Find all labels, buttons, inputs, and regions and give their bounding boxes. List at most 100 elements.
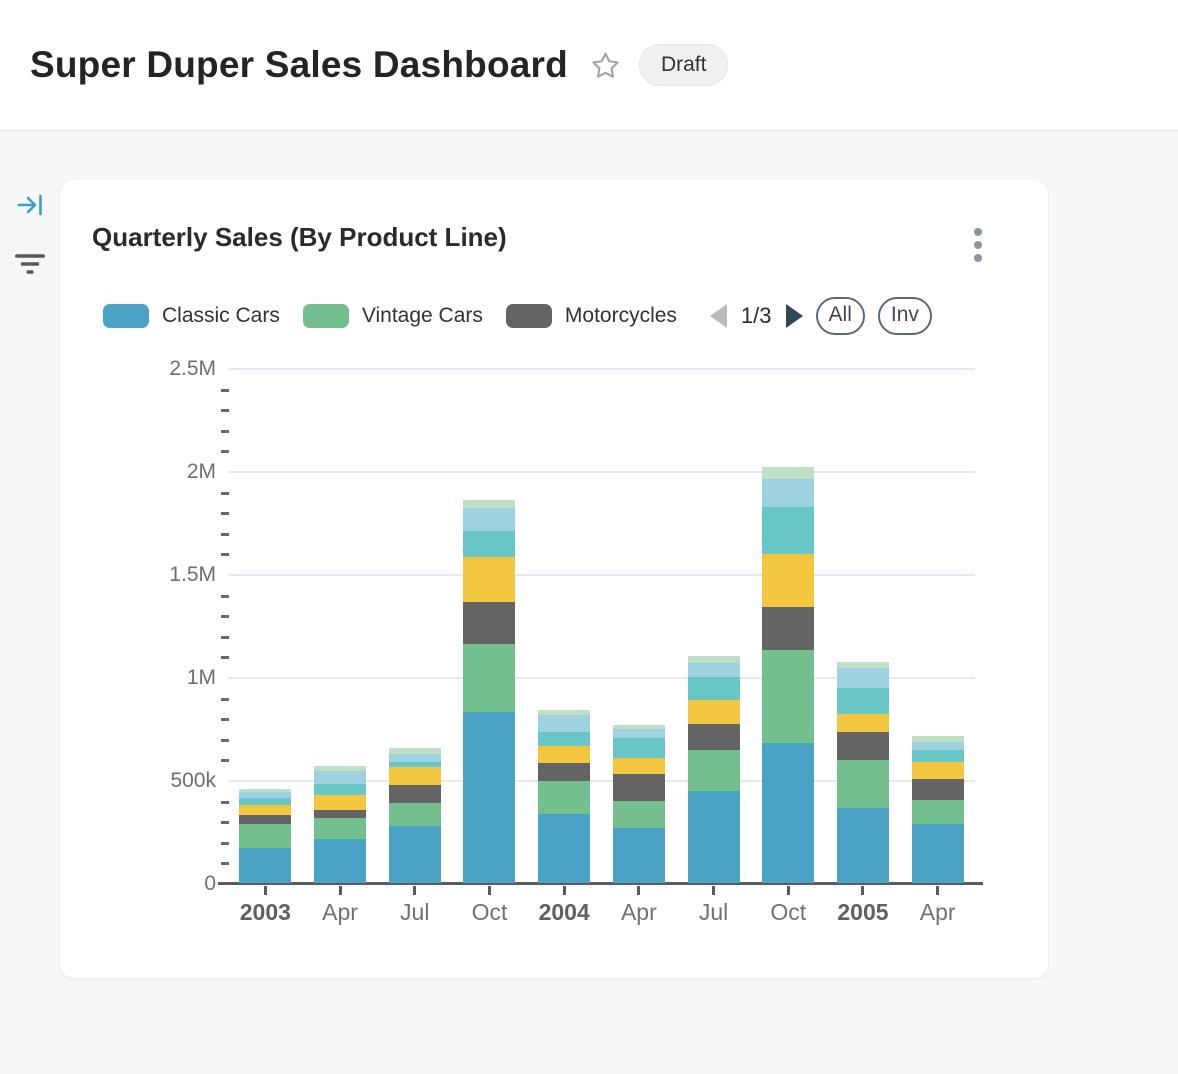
bar-segment-vintage-cars[interactable] bbox=[837, 760, 889, 807]
legend-prev-icon[interactable] bbox=[710, 304, 727, 328]
bar-segment[interactable] bbox=[837, 668, 889, 688]
bar-segment[interactable] bbox=[538, 732, 590, 746]
bar-slot bbox=[676, 369, 751, 883]
bar-segment[interactable] bbox=[389, 767, 441, 785]
bar-segment-motorcycles[interactable] bbox=[613, 774, 665, 802]
bar-segment[interactable] bbox=[837, 688, 889, 714]
bar-segment[interactable] bbox=[688, 677, 740, 700]
bar-segment-classic-cars[interactable] bbox=[239, 848, 291, 883]
bar-slot bbox=[377, 369, 452, 883]
bar-segment-classic-cars[interactable] bbox=[389, 826, 441, 884]
legend-item-motorcycles[interactable]: Motorcycles bbox=[506, 304, 677, 328]
bar-segment[interactable] bbox=[762, 507, 814, 553]
bar-segment[interactable] bbox=[613, 738, 665, 758]
stacked-bar-apr-1[interactable] bbox=[314, 766, 366, 883]
bar-segment-motorcycles[interactable] bbox=[463, 602, 515, 643]
legend-swatch bbox=[303, 304, 349, 328]
bar-segment[interactable] bbox=[613, 758, 665, 774]
bar-segment[interactable] bbox=[538, 715, 590, 732]
bar-segment-classic-cars[interactable] bbox=[463, 712, 515, 883]
bar-segment[interactable] bbox=[688, 663, 740, 677]
bar-segment-classic-cars[interactable] bbox=[538, 814, 590, 883]
bar-segment-vintage-cars[interactable] bbox=[463, 644, 515, 713]
bar-segment-vintage-cars[interactable] bbox=[688, 750, 740, 791]
y-axis-tick-label: 0 bbox=[126, 872, 216, 896]
bar-segment[interactable] bbox=[762, 479, 814, 507]
bar-segment-classic-cars[interactable] bbox=[912, 824, 964, 883]
bar-segment-classic-cars[interactable] bbox=[314, 839, 366, 884]
bar-segment[interactable] bbox=[912, 762, 964, 780]
bar-segment-motorcycles[interactable] bbox=[688, 724, 740, 750]
bar-segment-vintage-cars[interactable] bbox=[239, 824, 291, 848]
bar-slot bbox=[228, 369, 303, 883]
collapse-panel-icon[interactable] bbox=[14, 190, 46, 223]
x-axis-label-apr: Apr bbox=[900, 899, 975, 926]
bar-segment[interactable] bbox=[463, 500, 515, 508]
bar-segment-motorcycles[interactable] bbox=[837, 732, 889, 760]
bar-segment-vintage-cars[interactable] bbox=[389, 803, 441, 826]
bar-segment[interactable] bbox=[762, 467, 814, 479]
kebab-menu-icon[interactable] bbox=[964, 222, 992, 268]
x-axis-label-jul: Jul bbox=[377, 899, 452, 926]
bar-segment[interactable] bbox=[688, 656, 740, 663]
bar-segment-motorcycles[interactable] bbox=[314, 810, 366, 819]
stacked-bar-apr-9[interactable] bbox=[912, 736, 964, 883]
stacked-bar-jul-2[interactable] bbox=[389, 748, 441, 883]
bar-segment[interactable] bbox=[538, 746, 590, 763]
bar-segment[interactable] bbox=[837, 714, 889, 732]
bar-segment-vintage-cars[interactable] bbox=[538, 781, 590, 814]
stacked-bar-oct-7[interactable] bbox=[762, 467, 814, 883]
bar-segment[interactable] bbox=[463, 557, 515, 603]
stacked-bar-oct-3[interactable] bbox=[463, 500, 515, 883]
bar-slot bbox=[751, 369, 826, 883]
bar-segment-vintage-cars[interactable] bbox=[762, 650, 814, 743]
x-axis-tick bbox=[377, 884, 452, 895]
favorite-star-icon[interactable] bbox=[590, 50, 621, 81]
legend-item-vintage-cars[interactable]: Vintage Cars bbox=[303, 304, 483, 328]
bar-segment-motorcycles[interactable] bbox=[762, 607, 814, 650]
legend-invert-button[interactable]: Inv bbox=[878, 297, 932, 334]
bar-segment[interactable] bbox=[463, 531, 515, 557]
y-axis-tick-label: 2.5M bbox=[126, 357, 216, 381]
bar-segment-classic-cars[interactable] bbox=[613, 828, 665, 883]
bar-segment-vintage-cars[interactable] bbox=[613, 801, 665, 828]
bar-segment[interactable] bbox=[613, 729, 665, 738]
bar-segment[interactable] bbox=[314, 771, 366, 784]
bar-segment[interactable] bbox=[912, 750, 964, 762]
stacked-bar-2005-8[interactable] bbox=[837, 662, 889, 883]
legend-label: Motorcycles bbox=[565, 304, 677, 328]
bar-segment-vintage-cars[interactable] bbox=[314, 818, 366, 838]
legend-item-classic-cars[interactable]: Classic Cars bbox=[103, 304, 280, 328]
bar-segment[interactable] bbox=[912, 742, 964, 750]
bar-segment-classic-cars[interactable] bbox=[688, 791, 740, 883]
bar-segment-motorcycles[interactable] bbox=[538, 763, 590, 781]
chart-title: Quarterly Sales (By Product Line) bbox=[92, 222, 507, 253]
bar-segment-motorcycles[interactable] bbox=[912, 779, 964, 800]
bar-segment-classic-cars[interactable] bbox=[837, 808, 889, 883]
x-axis-tick bbox=[303, 884, 378, 895]
bar-segment-motorcycles[interactable] bbox=[389, 785, 441, 803]
y-axis-tick-label: 500k bbox=[126, 769, 216, 793]
x-axis-tick bbox=[602, 884, 677, 895]
bar-segment[interactable] bbox=[463, 508, 515, 531]
filter-icon[interactable] bbox=[13, 249, 47, 282]
bar-segment[interactable] bbox=[688, 700, 740, 725]
stacked-bar-apr-5[interactable] bbox=[613, 725, 665, 883]
bar-segment[interactable] bbox=[239, 805, 291, 816]
stacked-bar-2004-4[interactable] bbox=[538, 710, 590, 883]
legend-next-icon[interactable] bbox=[786, 304, 803, 328]
stacked-bar-2003-0[interactable] bbox=[239, 789, 291, 883]
bar-segment[interactable] bbox=[314, 795, 366, 810]
bar-segment-vintage-cars[interactable] bbox=[912, 800, 964, 823]
stacked-bar-jul-6[interactable] bbox=[688, 656, 740, 883]
bar-segment[interactable] bbox=[314, 784, 366, 795]
bar-slot bbox=[826, 369, 901, 883]
bar-segment-classic-cars[interactable] bbox=[762, 743, 814, 883]
x-axis-tick bbox=[228, 884, 303, 895]
bar-segment-motorcycles[interactable] bbox=[239, 815, 291, 824]
bar-segment[interactable] bbox=[389, 754, 441, 762]
bar-segment[interactable] bbox=[762, 554, 814, 608]
legend-select-all-button[interactable]: All bbox=[816, 297, 865, 334]
plot-area: 2.5M2M1.5M1M500k02003AprJulOct2004AprJul… bbox=[228, 369, 975, 884]
x-axis-label-apr: Apr bbox=[602, 899, 677, 926]
